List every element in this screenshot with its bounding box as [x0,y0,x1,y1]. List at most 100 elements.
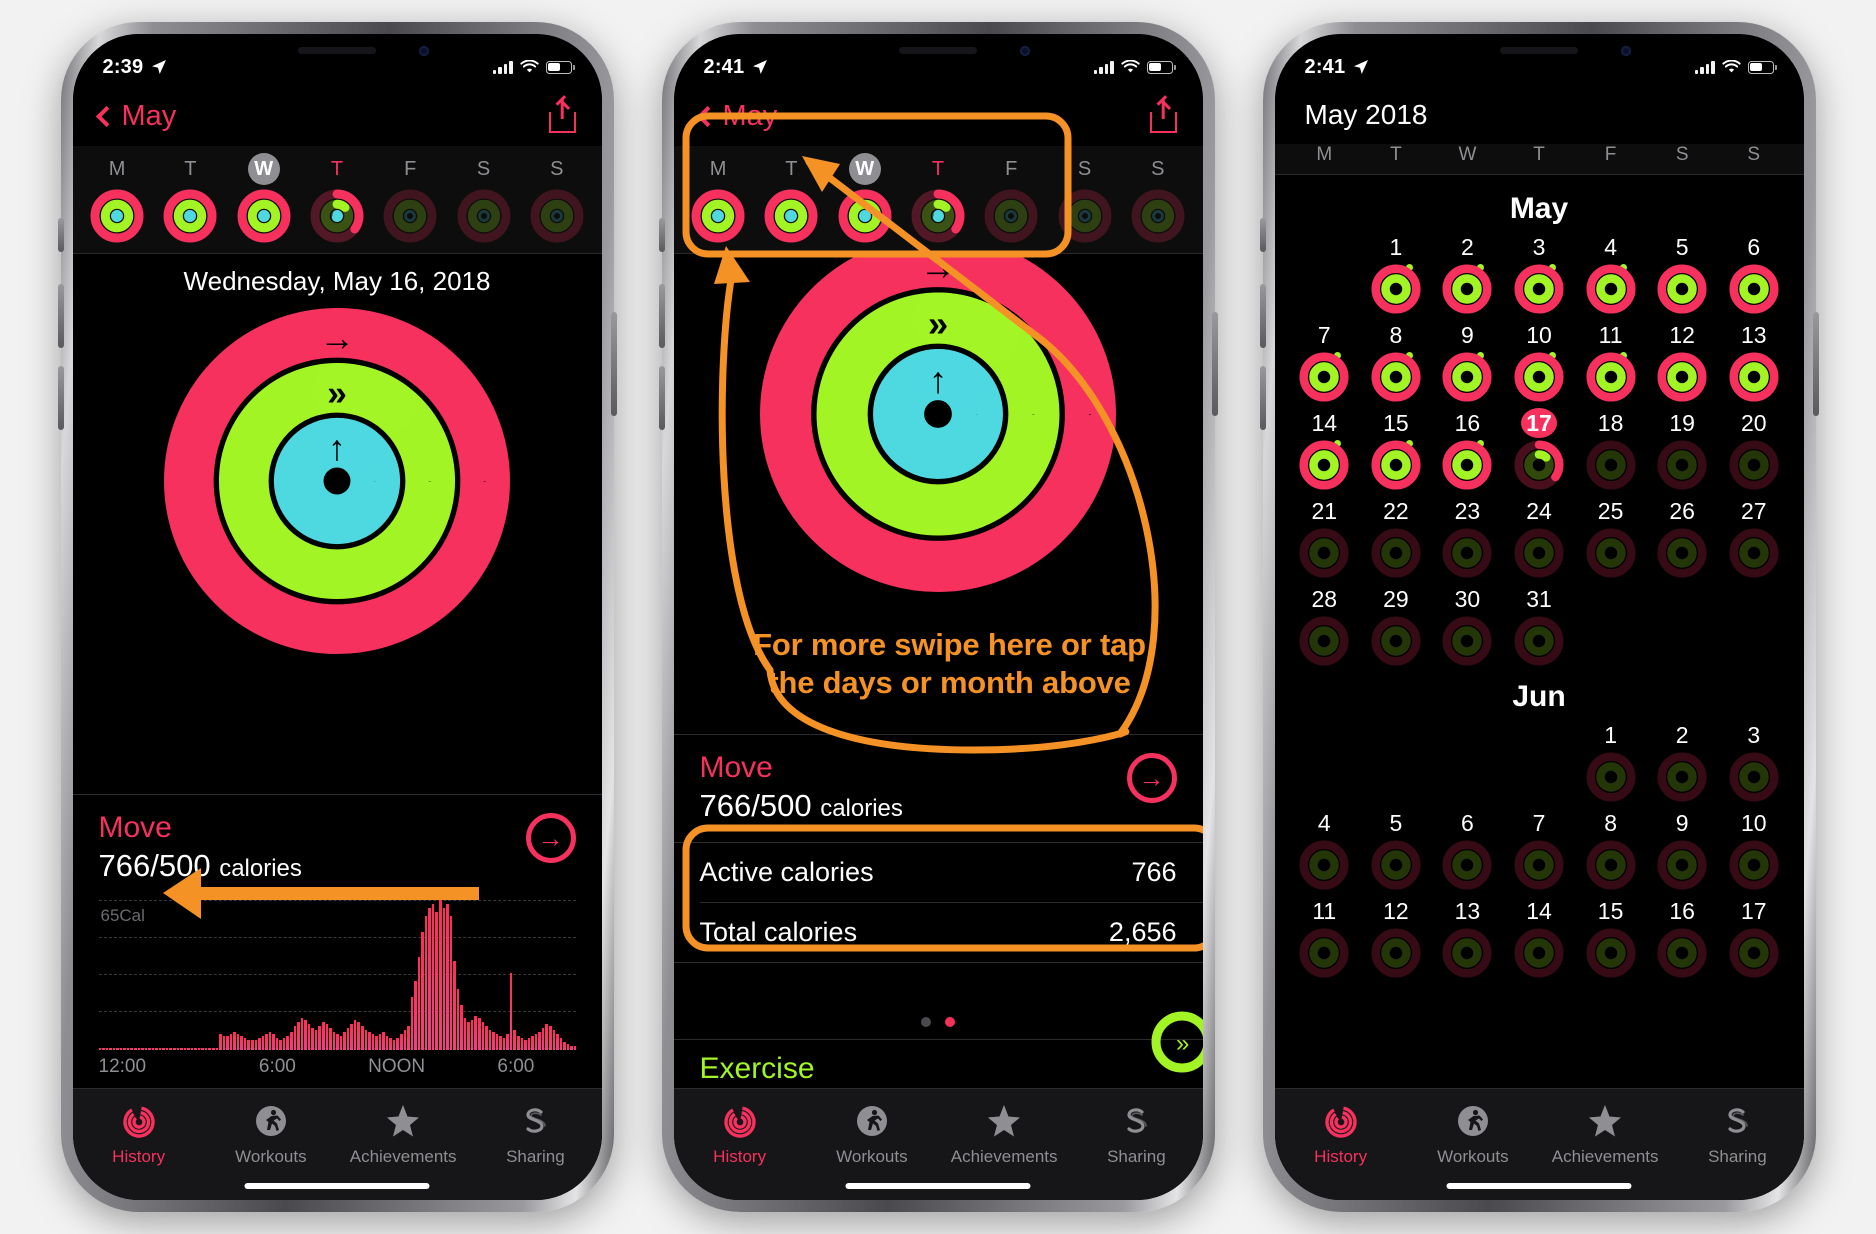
calendar-day-5[interactable]: 5 [1360,808,1432,896]
volume-down-button[interactable] [1259,366,1266,430]
week-day-6[interactable]: S [1124,146,1192,248]
calendar-day-3[interactable]: 3 [1503,232,1575,320]
week-day-2[interactable]: W [831,146,899,248]
calendar-day-21[interactable]: 21 [1289,496,1361,584]
tab-sharing[interactable]: Sharing [1070,1089,1202,1200]
calendar-day-9[interactable]: 9 [1646,808,1718,896]
calendar-day-8[interactable]: 8 [1360,320,1432,408]
calendar-day-14[interactable]: 14 [1503,896,1575,984]
calendar-day-19[interactable]: 19 [1646,408,1718,496]
calendar-day-5[interactable]: 5 [1646,232,1718,320]
tab-history[interactable]: History [73,1089,205,1200]
share-icon[interactable] [1149,99,1177,133]
calendar-day-31[interactable]: 31 [1503,584,1575,672]
back-to-may-button[interactable]: May [696,100,777,133]
calendar-day-17[interactable]: 17 [1718,896,1790,984]
home-indicator[interactable] [1446,1183,1632,1189]
page-dot-1[interactable] [921,1017,931,1027]
home-indicator[interactable] [845,1183,1031,1189]
calendar-day-15[interactable]: 15 [1575,896,1647,984]
calendar-day-25[interactable]: 25 [1575,496,1647,584]
volume-up-button[interactable] [658,284,665,348]
page-dots[interactable] [674,1005,1203,1039]
tab-sharing[interactable]: Sharing [469,1089,601,1200]
activity-rings-large[interactable]: →» ↑ [162,306,512,661]
calendar-day-7[interactable]: 7 [1289,320,1361,408]
calendar-day-11[interactable]: 11 [1575,320,1647,408]
silence-switch[interactable] [658,218,665,252]
week-day-6[interactable]: S [523,146,591,248]
back-to-may-button[interactable]: May [95,100,176,133]
calendar-day-4[interactable]: 4 [1289,808,1361,896]
calendar-day-23[interactable]: 23 [1432,496,1504,584]
silence-switch[interactable] [57,218,64,252]
tab-history[interactable]: History [674,1089,806,1200]
calendar-day-20[interactable]: 20 [1718,408,1790,496]
calendar-day-17[interactable]: 17 [1503,408,1575,496]
volume-up-button[interactable] [57,284,64,348]
calendar-day-6[interactable]: 6 [1432,808,1504,896]
volume-down-button[interactable] [658,366,665,430]
detail-row-total-calories[interactable]: Total calories 2,656 [674,903,1203,962]
calendar-day-9[interactable]: 9 [1432,320,1504,408]
week-day-1[interactable]: T [157,146,225,248]
calendar-day-30[interactable]: 30 [1432,584,1504,672]
power-button[interactable] [610,312,617,416]
volume-up-button[interactable] [1259,284,1266,348]
calendar-day-4[interactable]: 4 [1575,232,1647,320]
calendar-day-13[interactable]: 13 [1432,896,1504,984]
calendar-day-16[interactable]: 16 [1646,896,1718,984]
calendar-day-26[interactable]: 26 [1646,496,1718,584]
calendar-day-10[interactable]: 10 [1503,320,1575,408]
calendar-day-12[interactable]: 12 [1360,896,1432,984]
calendar-day-2[interactable]: 2 [1432,232,1504,320]
week-strip-2[interactable]: MTWTFSS [673,146,1203,254]
calendar-day-10[interactable]: 10 [1718,808,1790,896]
calendar-day-27[interactable]: 27 [1718,496,1790,584]
calendar-day-22[interactable]: 22 [1360,496,1432,584]
detail-row-active-calories[interactable]: Active calories 766 [674,843,1203,902]
week-day-1[interactable]: T [758,146,826,248]
calendar-day-8[interactable]: 8 [1575,808,1647,896]
calendar-day-24[interactable]: 24 [1503,496,1575,584]
silence-switch[interactable] [1259,218,1266,252]
week-day-3[interactable]: T [303,146,371,248]
week-day-0[interactable]: M [83,146,151,248]
week-strip-1[interactable]: MTWTFSS [72,146,602,254]
week-day-0[interactable]: M [684,146,752,248]
calendar-day-6[interactable]: 6 [1718,232,1790,320]
power-button[interactable] [1812,312,1819,416]
calendar-day-13[interactable]: 13 [1718,320,1790,408]
tab-sharing[interactable]: Sharing [1671,1089,1803,1200]
exercise-detail-arrow-button[interactable]: » [1147,1007,1203,1082]
calendar-day-1[interactable]: 1 [1360,232,1432,320]
calendar-day-11[interactable]: 11 [1289,896,1361,984]
calendar-day-3[interactable]: 3 [1718,720,1790,808]
week-day-3[interactable]: T [904,146,972,248]
calendar-day-7[interactable]: 7 [1503,808,1575,896]
tab-history[interactable]: History [1275,1089,1407,1200]
calendar-day-1[interactable]: 1 [1575,720,1647,808]
home-indicator[interactable] [244,1183,430,1189]
week-day-5[interactable]: S [1051,146,1119,248]
calendar-day-15[interactable]: 15 [1360,408,1432,496]
calendar-day-28[interactable]: 28 [1289,584,1361,672]
week-day-5[interactable]: S [450,146,518,248]
calendar-day-2[interactable]: 2 [1646,720,1718,808]
calendar-grid[interactable]: May 1 2 3 4 5 6 7 8 9 10 11 12 13 14 15 16 17 18 19 20 21 22 23… [1275,184,1804,1088]
calendar-day-14[interactable]: 14 [1289,408,1361,496]
share-icon[interactable] [548,99,576,133]
week-day-4[interactable]: F [376,146,444,248]
week-day-2[interactable]: W [230,146,298,248]
calendar-day-29[interactable]: 29 [1360,584,1432,672]
calendar-day-18[interactable]: 18 [1575,408,1647,496]
week-day-4[interactable]: F [977,146,1045,248]
move-detail-arrow-button[interactable]: → [1126,753,1177,803]
calendar-day-16[interactable]: 16 [1432,408,1504,496]
move-chart[interactable]: 65Cal [98,900,577,1050]
power-button[interactable] [1211,312,1218,416]
volume-down-button[interactable] [57,366,64,430]
page-dot-2[interactable] [945,1017,955,1027]
move-detail-arrow-button[interactable]: → [525,813,576,863]
activity-rings-large[interactable]: →» ↑ [758,234,1118,599]
